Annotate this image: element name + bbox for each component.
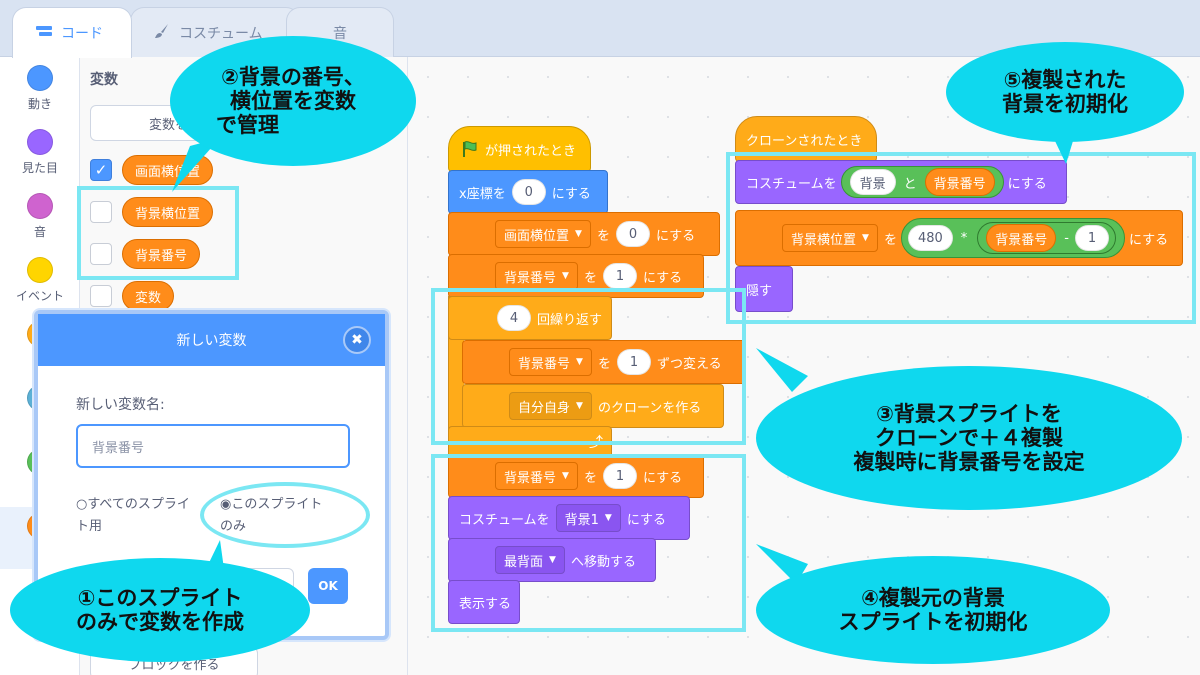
block-text: クローンされたとき — [746, 133, 863, 149]
set-x-block[interactable]: x座標を 0 にする — [448, 170, 608, 214]
number-input[interactable]: 1 — [602, 263, 637, 289]
block-text: を — [583, 270, 597, 286]
highlight-init — [431, 454, 746, 632]
category-sound[interactable]: 音 — [0, 193, 80, 240]
variable-name-input[interactable]: 背景番号 — [76, 424, 350, 468]
callout-text: 複製時に背景番号を設定 — [853, 450, 1085, 475]
when-flag-clicked-block[interactable]: が押されたとき — [448, 126, 591, 172]
variable-checkbox-checked[interactable]: ✓ — [90, 159, 112, 181]
radio-label: ト用 — [76, 519, 103, 535]
callout-text: ⑤複製された — [1003, 67, 1127, 92]
callout-tail — [756, 348, 808, 392]
highlight-variables — [77, 186, 239, 280]
block-text: が押されたとき — [485, 143, 577, 159]
callout-2: ②背景の番号、 横位置を変数 で管理 — [170, 36, 416, 166]
block-text: x座標を — [459, 186, 506, 202]
block-text: にする — [642, 270, 683, 286]
category-looks[interactable]: 見た目 — [0, 129, 80, 176]
chevron-down-icon: ▼ — [575, 229, 582, 239]
palette-title: 変数 — [90, 72, 118, 88]
category-events[interactable]: イベント — [0, 257, 80, 304]
variable-checkbox[interactable] — [90, 285, 112, 307]
highlight-clone — [726, 152, 1196, 324]
variable-name-label: 新しい変数名: — [76, 397, 165, 413]
variable-dropdown[interactable]: 背景番号 ▼ — [495, 262, 578, 290]
tab-code-label: コード — [61, 26, 103, 42]
callout-5: ⑤複製された 背景を初期化 — [946, 42, 1184, 142]
callout-text: ③背景スプライトを — [876, 401, 1062, 426]
category-motion[interactable]: 動き — [0, 65, 80, 112]
callout-text: 背景を初期化 — [1002, 92, 1128, 116]
category-label: イベント — [15, 289, 64, 303]
looks-dot-icon — [27, 129, 53, 155]
number-input[interactable]: 0 — [615, 221, 650, 247]
block-text: にする — [655, 228, 696, 244]
block-text: を — [596, 228, 610, 244]
green-flag-icon — [461, 140, 479, 158]
code-icon — [35, 24, 53, 42]
callout-text: で管理 — [216, 113, 279, 138]
callout-text: スプライトを初期化 — [838, 610, 1028, 634]
dialog-title: 新しい変数 — [38, 314, 385, 366]
highlight-ring-this-sprite — [200, 482, 370, 548]
block-text: にする — [551, 186, 591, 202]
set-variable-block[interactable]: 画面横位置 ▼ を 0 にする — [448, 212, 720, 256]
dropdown-label: 画面横位置 — [504, 228, 570, 244]
variable-default[interactable]: 変数 — [122, 281, 175, 311]
category-label: 音 — [33, 225, 46, 239]
sound-dot-icon — [27, 193, 53, 219]
events-dot-icon — [27, 257, 53, 283]
callout-4: ④複製元の背景 スプライトを初期化 — [756, 556, 1110, 664]
callout-text: クローンで＋４複製 — [875, 425, 1063, 450]
callout-3: ③背景スプライトを クローンで＋４複製 複製時に背景番号を設定 — [756, 366, 1182, 510]
callout-1: ①このスプライト のみで変数を作成 — [10, 558, 310, 662]
ok-button[interactable]: OK — [308, 568, 348, 604]
callout-text: のみで変数を作成 — [76, 610, 244, 634]
number-input[interactable]: 0 — [511, 179, 546, 205]
callout-text: ②背景の番号、 — [221, 64, 365, 89]
callout-text: ①このスプライト — [77, 585, 243, 610]
brush-icon — [153, 22, 171, 44]
category-label: 動き — [27, 97, 52, 111]
callout-text: ④複製元の背景 — [861, 585, 1005, 610]
chevron-down-icon: ▼ — [562, 271, 569, 281]
category-label: 見た目 — [21, 161, 58, 175]
variable-dropdown[interactable]: 画面横位置 ▼ — [495, 220, 591, 248]
tab-code[interactable]: コード — [12, 7, 132, 58]
motion-dot-icon — [27, 65, 53, 91]
callout-text: 横位置を変数 — [230, 88, 356, 113]
dropdown-label: 背景番号 — [504, 270, 557, 286]
close-icon[interactable]: ✖ — [343, 326, 371, 354]
radio-label: ○すべてのスプライ — [76, 497, 190, 512]
highlight-repeat — [431, 288, 746, 445]
